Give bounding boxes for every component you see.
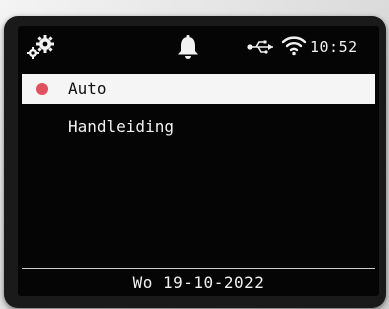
- footer-divider: [22, 268, 375, 269]
- menu-item-label: Auto: [68, 79, 107, 98]
- device-body: 10:52 Auto Handleiding Wo 19-10-2022: [0, 0, 389, 309]
- status-bar: 10:52: [18, 26, 379, 70]
- display-screen: 10:52 Auto Handleiding Wo 19-10-2022: [18, 26, 379, 296]
- usb-icon: [247, 40, 273, 54]
- footer-date: Wo 19-10-2022: [132, 273, 265, 292]
- gear-icon[interactable]: [26, 34, 56, 60]
- menu-item-handleiding[interactable]: Handleiding: [22, 112, 375, 142]
- selection-dot-icon: [36, 83, 48, 95]
- menu-item-label: Handleiding: [68, 117, 174, 136]
- menu-item-auto[interactable]: Auto: [22, 74, 375, 104]
- wifi-icon: [281, 36, 307, 56]
- clock-time: 10:52: [310, 38, 358, 56]
- bell-icon[interactable]: [175, 34, 201, 60]
